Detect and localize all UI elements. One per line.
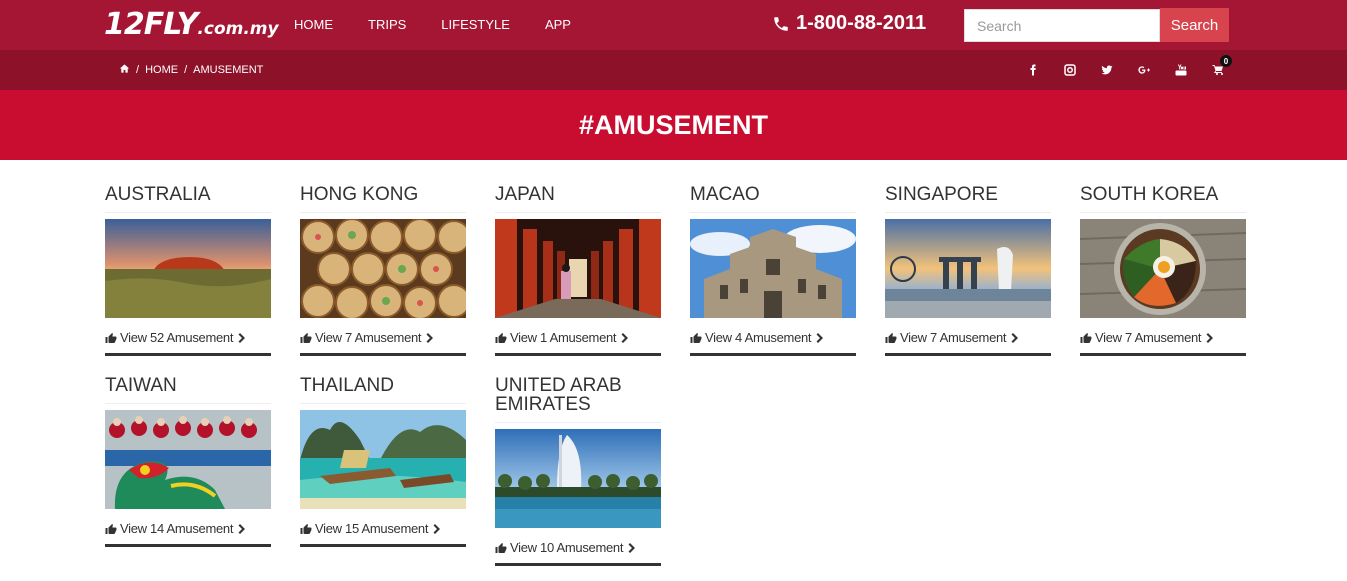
destination-title[interactable]: AUSTRALIA bbox=[105, 185, 271, 213]
destination-card-thailand: THAILAND View 15 Amusement bbox=[300, 376, 466, 547]
search-button[interactable]: Search bbox=[1160, 8, 1229, 42]
destination-image-taiwan[interactable] bbox=[105, 410, 271, 509]
view-amusement-label: View 15 Amusement bbox=[315, 521, 429, 536]
site-logo[interactable]: 12FLY.com.my bbox=[104, 7, 279, 42]
destination-card-macao: MACAO View 4 Amusement bbox=[690, 185, 856, 356]
breadcrumb-current: AMUSEMENT bbox=[193, 64, 264, 76]
destination-title[interactable]: THAILAND bbox=[300, 376, 466, 404]
destination-title[interactable]: TAIWAN bbox=[105, 376, 271, 404]
destination-title[interactable]: MACAO bbox=[690, 185, 856, 213]
twitter-icon[interactable] bbox=[1088, 61, 1125, 79]
view-amusement-link[interactable]: View 1 Amusement bbox=[495, 330, 661, 356]
logo-main-text: 12FLY bbox=[104, 7, 198, 42]
thumbs-up-icon bbox=[495, 332, 507, 343]
google-plus-icon[interactable] bbox=[1125, 61, 1162, 79]
thumbs-up-icon bbox=[495, 542, 507, 553]
home-icon[interactable] bbox=[119, 63, 130, 77]
destination-card-australia: AUSTRALIA View 52 Amusement bbox=[105, 185, 271, 356]
view-amusement-link[interactable]: View 7 Amusement bbox=[1080, 330, 1246, 356]
nav-lifestyle[interactable]: LIFESTYLE bbox=[441, 17, 510, 32]
destination-image-japan[interactable] bbox=[495, 219, 661, 318]
phone-icon bbox=[774, 16, 788, 31]
destination-image-south-korea[interactable] bbox=[1080, 219, 1246, 318]
destination-card-taiwan: TAIWAN View 14 Amusement bbox=[105, 376, 271, 547]
view-amusement-link[interactable]: View 52 Amusement bbox=[105, 330, 271, 356]
view-amusement-label: View 7 Amusement bbox=[900, 330, 1007, 345]
nav-home[interactable]: HOME bbox=[294, 17, 333, 32]
phone-link[interactable]: 1-800-88-2011 bbox=[772, 12, 926, 35]
social-links: 0 bbox=[1014, 55, 1236, 79]
destination-image-thailand[interactable] bbox=[300, 410, 466, 509]
view-amusement-label: View 52 Amusement bbox=[120, 330, 234, 345]
view-amusement-label: View 10 Amusement bbox=[510, 540, 624, 555]
nav-trips[interactable]: TRIPS bbox=[368, 17, 406, 32]
destination-card-hong-kong: HONG KONG View 7 Amusement bbox=[300, 185, 466, 356]
destination-card-singapore: SINGAPORE View 7 Amusement bbox=[885, 185, 1051, 356]
destination-image-singapore[interactable] bbox=[885, 219, 1051, 318]
thumbs-up-icon bbox=[885, 332, 897, 343]
view-amusement-label: View 4 Amusement bbox=[705, 330, 812, 345]
breadcrumb-separator: / bbox=[184, 64, 188, 76]
destination-title[interactable]: UNITED ARAB EMIRATES bbox=[495, 376, 661, 423]
thumbs-up-icon bbox=[105, 332, 117, 343]
top-navigation-bar: 12FLY.com.my HOME TRIPS LIFESTYLE APP 1-… bbox=[0, 0, 1347, 50]
destination-card-uae: UNITED ARAB EMIRATES View 10 Amusement bbox=[495, 376, 661, 566]
search-input[interactable] bbox=[964, 9, 1160, 42]
breadcrumb-home[interactable]: HOME bbox=[145, 64, 178, 76]
view-amusement-label: View 1 Amusement bbox=[510, 330, 617, 345]
view-amusement-link[interactable]: View 7 Amusement bbox=[885, 330, 1051, 356]
cart-count-badge: 0 bbox=[1220, 55, 1232, 67]
youtube-icon[interactable] bbox=[1162, 61, 1199, 79]
page-title: #AMUSEMENT bbox=[578, 109, 768, 140]
destination-title[interactable]: SOUTH KOREA bbox=[1080, 185, 1246, 213]
thumbs-up-icon bbox=[105, 523, 117, 534]
destination-image-hong-kong[interactable] bbox=[300, 219, 466, 318]
chevron-right-icon bbox=[238, 332, 246, 343]
thumbs-up-icon bbox=[300, 332, 312, 343]
destination-image-australia[interactable] bbox=[105, 219, 271, 318]
view-amusement-label: View 14 Amusement bbox=[120, 521, 234, 536]
view-amusement-link[interactable]: View 15 Amusement bbox=[300, 521, 466, 547]
chevron-right-icon bbox=[433, 523, 441, 534]
main-nav: HOME TRIPS LIFESTYLE APP bbox=[294, 17, 606, 32]
breadcrumb-bar: / HOME / AMUSEMENT 0 bbox=[0, 50, 1347, 90]
chevron-right-icon bbox=[621, 332, 629, 343]
nav-app[interactable]: APP bbox=[545, 17, 571, 32]
thumbs-up-icon bbox=[1080, 332, 1092, 343]
facebook-icon[interactable] bbox=[1014, 61, 1051, 79]
view-amusement-label: View 7 Amusement bbox=[315, 330, 422, 345]
view-amusement-link[interactable]: View 14 Amusement bbox=[105, 521, 271, 547]
thumbs-up-icon bbox=[690, 332, 702, 343]
destination-title[interactable]: HONG KONG bbox=[300, 185, 466, 213]
destination-image-macao[interactable] bbox=[690, 219, 856, 318]
chevron-right-icon bbox=[628, 542, 636, 553]
chevron-right-icon bbox=[1206, 332, 1214, 343]
view-amusement-link[interactable]: View 10 Amusement bbox=[495, 540, 661, 566]
destination-card-japan: JAPAN View 1 Amusement bbox=[495, 185, 661, 356]
chevron-right-icon bbox=[426, 332, 434, 343]
destination-card-south-korea: SOUTH KOREA View 7 Amusement bbox=[1080, 185, 1246, 356]
thumbs-up-icon bbox=[300, 523, 312, 534]
destination-image-uae[interactable] bbox=[495, 429, 661, 528]
chevron-right-icon bbox=[238, 523, 246, 534]
instagram-icon[interactable] bbox=[1051, 61, 1088, 79]
view-amusement-label: View 7 Amusement bbox=[1095, 330, 1202, 345]
view-amusement-link[interactable]: View 4 Amusement bbox=[690, 330, 856, 356]
breadcrumb: / HOME / AMUSEMENT bbox=[119, 63, 263, 77]
destination-title[interactable]: SINGAPORE bbox=[885, 185, 1051, 213]
destination-title[interactable]: JAPAN bbox=[495, 185, 661, 213]
chevron-right-icon bbox=[816, 332, 824, 343]
breadcrumb-separator: / bbox=[136, 64, 140, 76]
view-amusement-link[interactable]: View 7 Amusement bbox=[300, 330, 466, 356]
phone-number: 1-800-88-2011 bbox=[796, 12, 927, 34]
page-banner: #AMUSEMENT bbox=[0, 90, 1347, 160]
chevron-right-icon bbox=[1011, 332, 1019, 343]
cart-icon[interactable]: 0 bbox=[1199, 55, 1236, 79]
logo-domain-text: .com.my bbox=[197, 19, 279, 39]
